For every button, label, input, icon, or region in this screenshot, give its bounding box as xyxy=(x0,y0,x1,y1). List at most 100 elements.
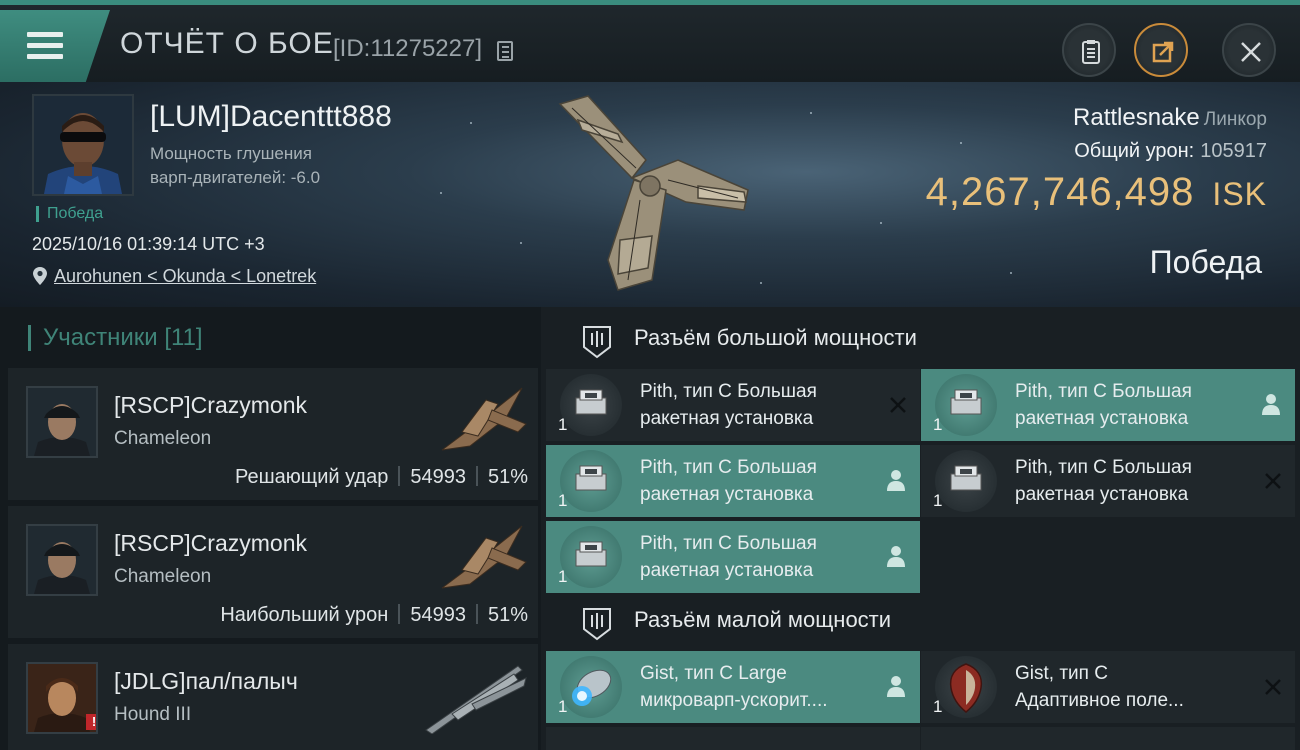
total-damage-value: 105917 xyxy=(1200,140,1267,162)
low-slot-title: Разъём малой мощности xyxy=(634,607,892,632)
module-quantity: 1 xyxy=(558,567,568,586)
module-name-cont: микроварп-ускорит.... xyxy=(640,690,828,711)
missile-launcher-icon xyxy=(935,450,997,512)
participants-title: Участники [11] xyxy=(28,325,203,351)
participant-damage: 54993 xyxy=(410,604,466,626)
module-name: Pith, тип C Большая xyxy=(640,457,817,478)
location-link[interactable]: Aurohunen < Okunda < Lonetrek xyxy=(54,266,316,287)
module-item[interactable]: 1 Pith, тип C Большая ракетная установка xyxy=(546,521,920,593)
close-icon xyxy=(1241,42,1261,62)
dropped-person-icon xyxy=(887,676,905,697)
participant-percent: 51% xyxy=(487,604,528,626)
participant-stats: Решающий удар 54993 51% xyxy=(235,466,528,489)
module-item[interactable] xyxy=(921,727,1295,750)
participant-name[interactable]: [RSCP]Crazymonk xyxy=(114,530,307,557)
page-title: ОТЧЁТ О БОЕ xyxy=(120,27,334,60)
victim-summary: [LUM]Dacenttt888 Мощность глушения варп-… xyxy=(0,82,1300,307)
warning-icon: ! xyxy=(86,714,96,730)
module-quantity: 1 xyxy=(933,491,943,510)
participant-avatar xyxy=(26,386,98,458)
low-slot-icon xyxy=(583,608,611,641)
avatar xyxy=(28,388,96,456)
participant-percent: 51% xyxy=(487,466,528,488)
ship-class: Линкор xyxy=(1203,109,1267,130)
module-quantity: 1 xyxy=(933,697,943,716)
participants-panel: Участники [11] [RSCP]Crazymonk Chameleon… xyxy=(0,307,541,750)
participant-role: Наибольший урон xyxy=(220,604,389,626)
pilot-portrait[interactable] xyxy=(32,94,134,196)
result-label: Победа xyxy=(1149,244,1262,280)
participant-card[interactable]: ! [JDLG]пал/палыч Hound III xyxy=(8,644,538,750)
module-item[interactable]: 1 Pith, тип C Большая ракетная установка xyxy=(921,445,1295,517)
module-name-cont: ракетная установка xyxy=(1015,408,1189,429)
report-id: [ID:11275227] xyxy=(333,35,483,62)
total-damage: Общий урон: 105917 xyxy=(1074,140,1267,163)
missile-launcher-icon xyxy=(935,374,997,436)
close-button[interactable] xyxy=(1222,23,1276,77)
avatar xyxy=(34,96,132,194)
module-name-cont: Адаптивное поле... xyxy=(1015,690,1184,711)
top-bar: ОТЧЁТ О БОЕ [ID:11275227] xyxy=(0,0,1300,82)
isk-value: 4,267,746,498 xyxy=(925,170,1195,214)
ship-name[interactable]: Rattlesnake xyxy=(1073,104,1200,131)
module-item[interactable]: 1 Gist, тип C Large микроварп-ускорит...… xyxy=(546,651,920,723)
menu-button[interactable] xyxy=(0,10,110,82)
dropped-person-icon xyxy=(887,546,905,567)
ship-image xyxy=(441,387,527,451)
destroyed-icon xyxy=(1265,473,1281,489)
fitting-panel: Разъём большой мощности 1 Pith, тип C Бо… xyxy=(541,307,1300,750)
total-damage-label: Общий урон: xyxy=(1074,140,1195,162)
module-item[interactable] xyxy=(546,727,920,750)
participants-label: Участники xyxy=(43,324,158,351)
module-name: Pith, тип C Большая xyxy=(1015,457,1192,478)
hamburger-icon xyxy=(27,32,63,60)
kill-datetime: 2025/10/16 01:39:14 UTC +3 xyxy=(32,234,265,254)
module-quantity: 1 xyxy=(558,697,568,716)
participants-count: [11] xyxy=(164,324,203,351)
module-name: Pith, тип C Большая xyxy=(1015,381,1192,402)
module-name-cont: ракетная установка xyxy=(640,408,814,429)
report-button[interactable] xyxy=(1062,23,1116,77)
module-name-cont: ракетная установка xyxy=(640,484,814,505)
module-item[interactable]: 1 Gist, тип C Адаптивное поле... xyxy=(921,651,1295,723)
share-button[interactable] xyxy=(1134,23,1188,77)
dropped-person-icon xyxy=(887,470,905,491)
module-item[interactable]: 1 Pith, тип C Большая ракетная установка xyxy=(546,445,920,517)
module-quantity: 1 xyxy=(558,491,568,510)
clipboard-icon xyxy=(1082,40,1100,64)
isk-unit: ISK xyxy=(1212,176,1267,212)
warp-scramble-label: Мощность глушения xyxy=(150,144,312,163)
participant-name[interactable]: [RSCP]Crazymonk xyxy=(114,392,307,419)
microwarpdrive-icon xyxy=(560,656,622,718)
ship-image xyxy=(441,525,527,589)
warp-scramble-value: варп-двигателей: -6.0 xyxy=(150,168,321,187)
location-pin-icon xyxy=(33,267,47,285)
participant-ship: Chameleon xyxy=(114,566,212,587)
ship-image xyxy=(558,95,749,291)
participant-damage: 54993 xyxy=(410,466,466,488)
participant-name[interactable]: [JDLG]пал/палыч xyxy=(114,668,298,695)
adaptive-field-icon xyxy=(935,656,997,718)
participant-card[interactable]: [RSCP]Crazymonk Chameleon Наибольший уро… xyxy=(8,506,538,638)
participant-card[interactable]: [RSCP]Crazymonk Chameleon Решающий удар 5… xyxy=(8,368,538,500)
module-item[interactable]: 1 Pith, тип C Большая ракетная установка xyxy=(921,369,1295,441)
high-slot-icon xyxy=(583,326,611,359)
missile-launcher-icon xyxy=(560,526,622,588)
high-slot-title: Разъём большой мощности xyxy=(634,325,917,350)
participant-ship: Hound III xyxy=(114,704,192,725)
ship-image xyxy=(425,665,527,734)
participant-avatar: ! xyxy=(26,662,98,734)
isk-loss: 4,267,746,498 ISK xyxy=(926,170,1267,215)
participant-avatar xyxy=(26,524,98,596)
module-quantity: 1 xyxy=(558,415,568,434)
copy-icon[interactable] xyxy=(497,41,513,61)
module-item[interactable]: 1 Pith, тип C Большая ракетная установка xyxy=(546,369,920,441)
module-name-cont: ракетная установка xyxy=(1015,484,1189,505)
pilot-name[interactable]: [LUM]Dacenttt888 xyxy=(150,100,392,134)
destroyed-icon xyxy=(890,397,906,413)
share-icon xyxy=(1152,41,1174,63)
dropped-person-icon xyxy=(1262,394,1280,415)
module-name: Gist, тип C Large xyxy=(640,663,787,684)
module-name: Pith, тип C Большая xyxy=(640,381,817,402)
destroyed-icon xyxy=(1265,679,1281,695)
